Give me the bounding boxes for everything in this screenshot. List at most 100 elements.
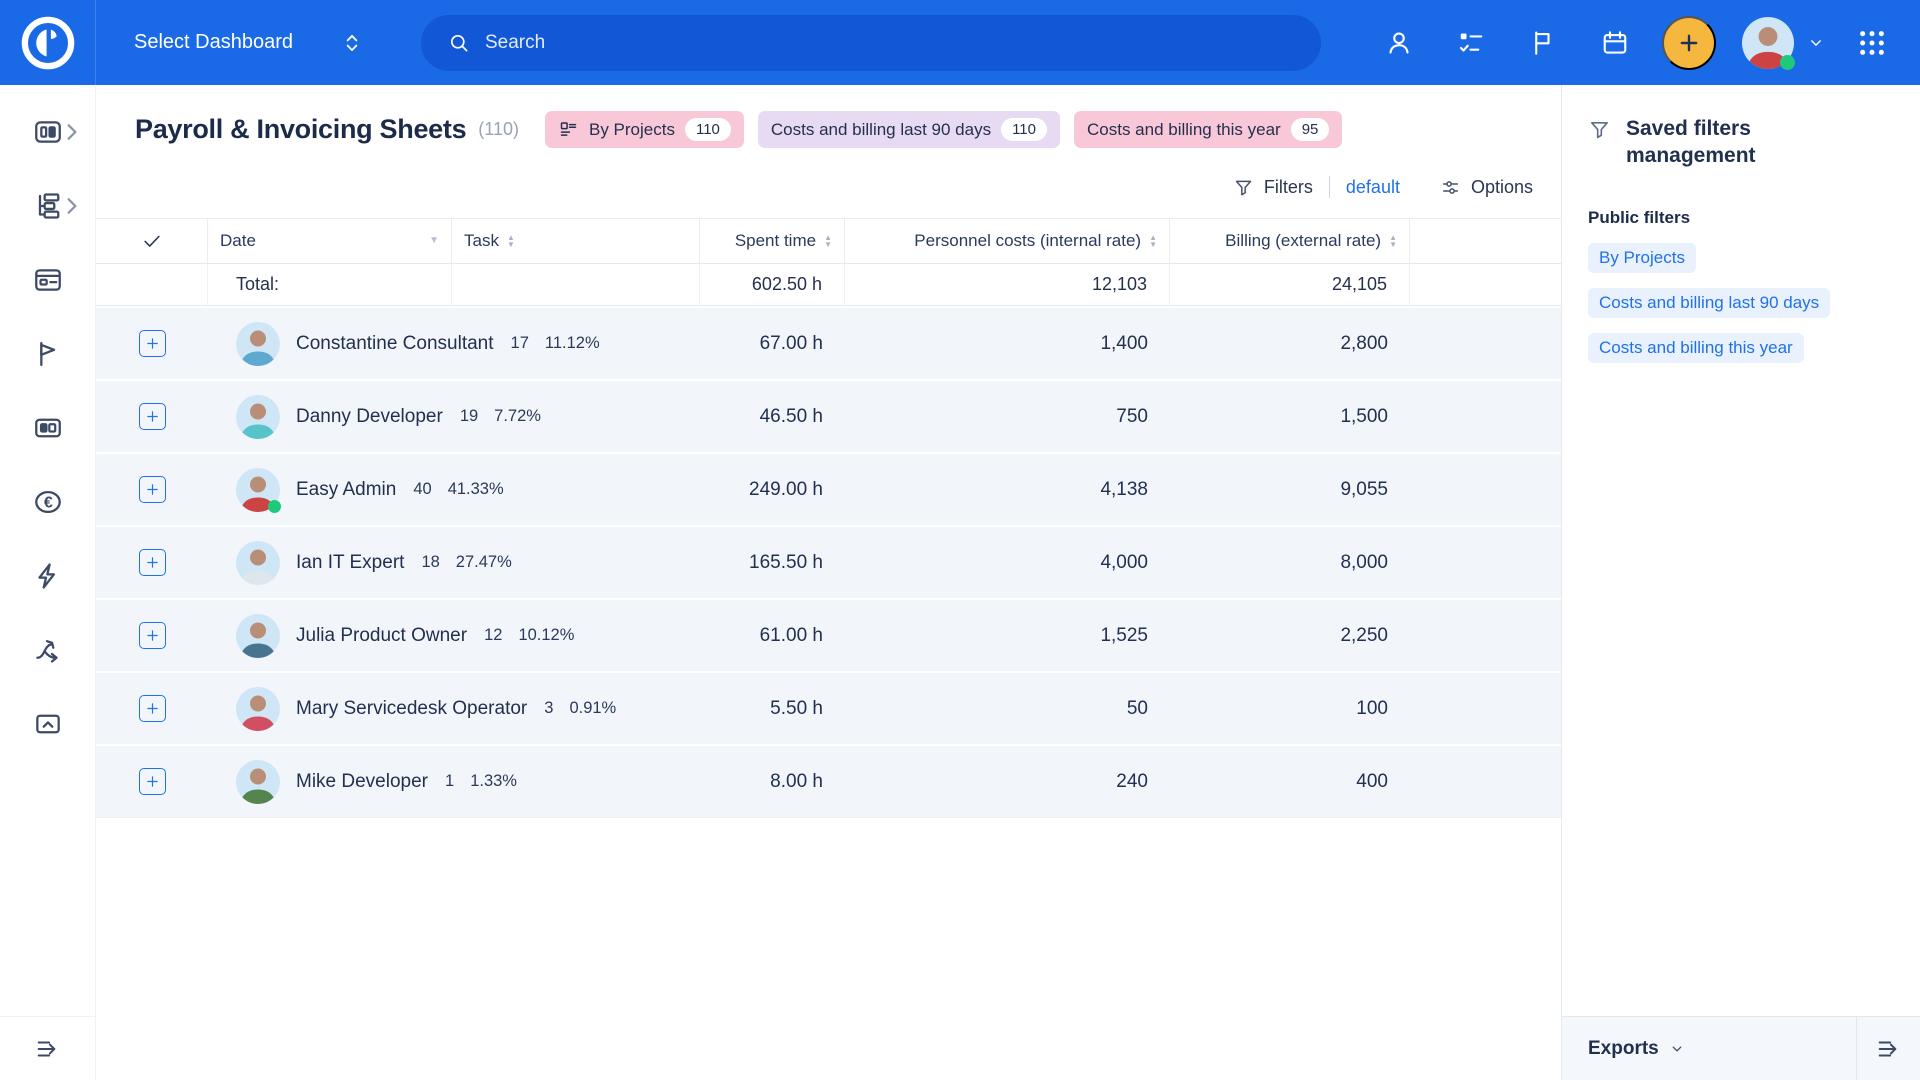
sort-arrows-icon[interactable]: ▲▼	[1149, 234, 1157, 248]
chip-list-icon	[558, 119, 579, 140]
filter-chip[interactable]: By Projects 110	[545, 111, 744, 148]
toolbar-divider	[1329, 176, 1330, 198]
sort-arrows-icon[interactable]: ▲▼	[1389, 234, 1397, 248]
exports-button[interactable]: Exports	[1588, 1038, 1686, 1060]
column-header-personnel-costs[interactable]: Personnel costs (internal rate) ▲▼	[845, 219, 1170, 263]
topbar-icon-user[interactable]	[1384, 28, 1414, 58]
total-label: Total:	[208, 264, 452, 305]
table-row: Mike Developer 1 1.33% 8.00 h 240 400	[96, 746, 1561, 817]
sidebar-item-browser[interactable]	[0, 243, 95, 317]
table-body: Constantine Consultant 17 11.12% 67.00 h…	[96, 308, 1561, 818]
chevron-right-icon[interactable]	[56, 190, 88, 222]
percent-share: 0.91%	[569, 699, 616, 718]
sidebar-item-modules[interactable]	[0, 391, 95, 465]
public-filter-link[interactable]: By Projects	[1588, 243, 1696, 273]
avatar-photo	[236, 541, 280, 585]
column-header-date[interactable]: Date ▼	[208, 219, 452, 263]
table-row: Constantine Consultant 17 11.12% 67.00 h…	[96, 308, 1561, 379]
billing-value: 100	[1170, 698, 1410, 720]
sidebar-item-branch[interactable]	[0, 613, 95, 687]
sidebar-icon	[32, 338, 64, 370]
chevron-right-icon[interactable]	[56, 116, 88, 148]
column-header-spent-time[interactable]: Spent time ▲▼	[700, 219, 845, 263]
sidebar-item-euro[interactable]: €	[0, 465, 95, 539]
table-toolbar: Filters default Options	[96, 176, 1533, 198]
quick-add-button[interactable]	[1662, 16, 1716, 70]
filter-chip[interactable]: Costs and billing last 90 days 110	[758, 111, 1060, 148]
dashboard-chevrons-icon[interactable]	[339, 28, 365, 58]
sidebar-item-dashboard[interactable]	[0, 95, 95, 169]
app-logo[interactable]	[0, 0, 96, 85]
column-header-billing[interactable]: Billing (external rate) ▲▼	[1170, 219, 1410, 263]
sidebar-collapse-icon[interactable]	[34, 1035, 62, 1063]
sort-arrows-icon[interactable]: ▲▼	[824, 234, 832, 248]
spent-time-value: 249.00 h	[700, 479, 845, 501]
filter-chip[interactable]: Costs and billing this year 95	[1074, 111, 1342, 148]
user-name-link[interactable]: Mike Developer	[296, 771, 428, 793]
filters-button[interactable]: Filters	[1233, 177, 1313, 198]
public-filter-link[interactable]: Costs and billing last 90 days	[1588, 288, 1830, 318]
personnel-costs-value: 750	[845, 406, 1170, 428]
topbar-icon-flag2[interactable]	[1528, 28, 1558, 58]
user-name-link[interactable]: Constantine Consultant	[296, 333, 494, 355]
expand-row-button[interactable]	[139, 768, 166, 795]
billing-value: 1,500	[1170, 406, 1410, 428]
app-grid-icon[interactable]	[1856, 27, 1888, 59]
expand-row-button[interactable]	[139, 549, 166, 576]
online-status-dot	[268, 500, 281, 513]
sidebar-item-tree[interactable]	[0, 169, 95, 243]
topbar-icon-calendar[interactable]	[1600, 28, 1630, 58]
topbar-actions	[1342, 16, 1920, 70]
user-name-link[interactable]: Mary Servicedesk Operator	[296, 698, 527, 720]
plus-icon	[144, 627, 161, 644]
sort-arrows-icon[interactable]: ▲▼	[507, 234, 515, 248]
personnel-costs-value: 240	[845, 771, 1170, 793]
topbar-icon-checklist[interactable]	[1456, 28, 1486, 58]
sidebar-item-flag[interactable]	[0, 317, 95, 391]
options-button[interactable]: Options	[1440, 177, 1533, 198]
top-bar: Select Dashboard	[0, 0, 1920, 85]
table-row: Danny Developer 19 7.72% 46.50 h 750 1,5…	[96, 381, 1561, 452]
panel-collapse-icon[interactable]	[1875, 1035, 1903, 1063]
global-search[interactable]	[421, 15, 1321, 71]
table-header: Date ▼ Task ▲▼ Spent time ▲▼ Personnel c…	[96, 218, 1561, 264]
sidebar-icon	[32, 560, 64, 592]
personnel-costs-value: 1,400	[845, 333, 1170, 355]
sidebar-item-lightning[interactable]	[0, 539, 95, 613]
expand-row-button[interactable]	[139, 330, 166, 357]
avatar	[236, 395, 280, 439]
sidebar-icon	[32, 634, 64, 666]
user-name-link[interactable]: Ian IT Expert	[296, 552, 404, 574]
sidebar-item-boxup[interactable]	[0, 687, 95, 761]
entry-count: 40	[413, 480, 431, 499]
chip-count-badge: 95	[1291, 118, 1330, 141]
plus-icon	[1676, 30, 1702, 56]
avatar	[236, 468, 280, 512]
table-row: Easy Admin 40 41.33% 249.00 h 4,138 9,05…	[96, 454, 1561, 525]
expand-row-button[interactable]	[139, 476, 166, 503]
column-header-task[interactable]: Task ▲▼	[452, 219, 700, 263]
plus-icon	[144, 335, 161, 352]
account-chevron-down-icon[interactable]	[1806, 33, 1826, 53]
user-avatar[interactable]	[1742, 17, 1794, 69]
default-filter-link[interactable]: default	[1346, 177, 1400, 198]
user-name-link[interactable]: Danny Developer	[296, 406, 443, 428]
select-dashboard-button[interactable]: Select Dashboard	[134, 31, 293, 54]
public-filters-heading: Public filters	[1588, 208, 1894, 228]
sort-caret-icon[interactable]: ▼	[429, 236, 439, 246]
entry-count: 12	[484, 626, 502, 645]
chip-label: Costs and billing this year	[1087, 120, 1281, 140]
avatar	[236, 322, 280, 366]
expand-row-button[interactable]	[139, 695, 166, 722]
select-all-checkbox[interactable]	[96, 219, 208, 263]
public-filter-link[interactable]: Costs and billing this year	[1588, 333, 1804, 363]
search-input[interactable]	[485, 32, 1295, 54]
personnel-costs-value: 4,000	[845, 552, 1170, 574]
funnel-icon	[1588, 118, 1611, 141]
user-name-link[interactable]: Easy Admin	[296, 479, 396, 501]
user-name-link[interactable]: Julia Product Owner	[296, 625, 467, 647]
expand-row-button[interactable]	[139, 403, 166, 430]
avatar-photo	[236, 395, 280, 439]
online-status-dot	[1780, 55, 1795, 70]
expand-row-button[interactable]	[139, 622, 166, 649]
